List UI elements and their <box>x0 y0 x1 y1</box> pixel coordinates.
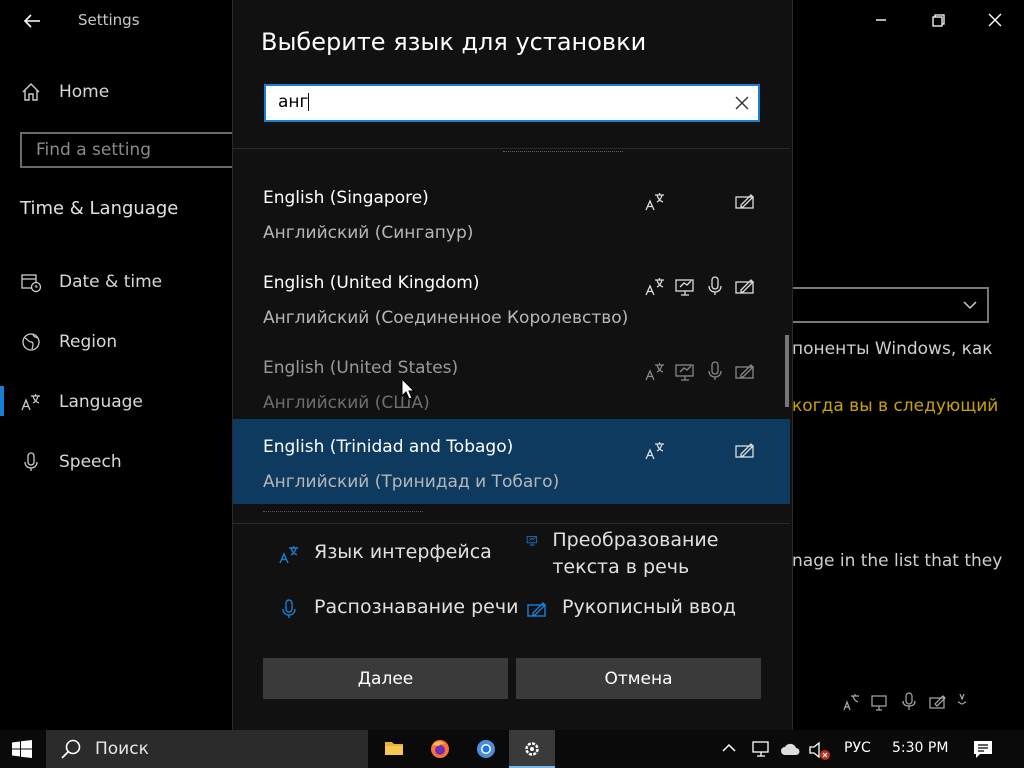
language-name: English (United States) <box>263 358 459 378</box>
chrome-icon <box>477 740 495 758</box>
clock[interactable]: 5:30 PM <box>892 740 948 756</box>
taskbar-chrome[interactable] <box>463 730 509 768</box>
language-row[interactable]: English (United States) Английский (США) <box>233 340 790 425</box>
input-language-indicator[interactable]: РУС <box>844 740 871 756</box>
search-value: анг <box>278 92 309 112</box>
legend-label: Распознавание речи <box>314 596 519 618</box>
next-button[interactable]: Далее <box>263 658 508 699</box>
background-dropdown[interactable] <box>790 287 989 323</box>
display-language-icon <box>645 278 664 296</box>
windows-start-icon[interactable] <box>12 740 32 758</box>
notifications-icon[interactable] <box>972 739 994 759</box>
chevron-up-icon[interactable] <box>722 742 736 754</box>
handwriting-icon <box>735 279 754 294</box>
language-icon <box>21 394 40 411</box>
sidebar-item-label: Region <box>59 332 118 352</box>
handwriting-icon <box>735 364 754 379</box>
legend-display-language: Язык интерфейса <box>278 541 492 565</box>
language-list[interactable]: English (Singapore) Английский (Сингапур… <box>233 148 790 524</box>
back-arrow-icon[interactable] <box>20 9 44 33</box>
legend-text-to-speech: Преобразование текста в речь <box>526 527 726 581</box>
list-scrollbar[interactable] <box>785 335 789 407</box>
sidebar-item-language[interactable]: Language <box>20 391 143 413</box>
background-text: поненты Windows, как <box>792 339 993 359</box>
close-icon[interactable] <box>983 8 1007 32</box>
sidebar-item-label: Home <box>59 82 110 102</box>
legend-handwriting: Рукописный ввод <box>526 596 736 620</box>
display-language-icon <box>645 363 664 381</box>
background-text: nage in the list that they <box>792 551 1003 571</box>
window-title: Settings <box>78 11 140 29</box>
sidebar-item-speech[interactable]: Speech <box>20 451 122 473</box>
language-search-input[interactable]: анг <box>264 84 760 122</box>
speech-recognition-icon <box>708 361 722 380</box>
speech-recognition-icon <box>282 599 296 618</box>
home-icon <box>22 83 40 101</box>
handwriting-icon <box>735 194 754 209</box>
language-row[interactable]: English (Singapore) Английский (Сингапур… <box>233 170 790 255</box>
minimize-icon[interactable] <box>869 8 893 32</box>
language-native-name: Английский (Тринидад и Тобаго) <box>263 472 560 492</box>
firefox-icon <box>431 740 449 758</box>
legend-label: Язык интерфейса <box>314 541 492 563</box>
language-row[interactable]: English (United Kingdom) Английский (Сое… <box>233 255 790 340</box>
find-setting-input[interactable]: Find a setting <box>20 132 250 168</box>
handwriting-icon <box>735 443 754 458</box>
selected-indicator <box>0 386 4 416</box>
display-language-icon <box>645 193 664 211</box>
language-row-selected[interactable]: English (Trinidad and Tobago) Английский… <box>233 419 790 504</box>
sidebar-item-label: Speech <box>59 452 122 472</box>
cloud-icon[interactable] <box>780 741 802 757</box>
language-name: English (Trinidad and Tobago) <box>263 437 514 457</box>
sidebar-item-label: Date & time <box>59 272 163 292</box>
language-name: English (United Kingdom) <box>263 273 480 293</box>
section-title: Time & Language <box>20 198 179 219</box>
sidebar-item-label: Language <box>59 392 143 412</box>
partial-row <box>503 149 623 152</box>
gear-icon <box>525 742 539 756</box>
sidebar-item-date-time[interactable]: Date & time <box>20 271 162 293</box>
legend-label: Рукописный ввод <box>562 596 736 618</box>
text-to-speech-icon <box>675 364 694 381</box>
legend-label: Преобразование текста в речь <box>552 529 719 578</box>
clear-search-icon[interactable] <box>735 96 749 110</box>
taskbar-settings[interactable] <box>509 730 555 768</box>
sidebar-item-home[interactable]: Home <box>20 81 109 103</box>
text-to-speech-icon <box>675 279 694 296</box>
network-icon[interactable] <box>750 740 772 758</box>
language-native-name: Английский (Сингапур) <box>263 223 474 243</box>
partial-row <box>263 511 423 523</box>
background-link[interactable]: когда вы в следующий <box>792 396 998 416</box>
dialog-title: Выберите язык для установки <box>261 28 647 56</box>
language-name: English (Singapore) <box>263 188 429 208</box>
text-to-speech-icon <box>526 536 538 546</box>
calendar-clock-icon <box>21 274 42 293</box>
folder-icon <box>385 742 403 755</box>
handwriting-icon <box>527 602 546 617</box>
display-language-icon <box>279 546 298 564</box>
taskbar-search-label: Поиск <box>95 739 149 759</box>
legend-speech-recognition: Распознавание речи <box>278 596 518 620</box>
search-icon <box>61 739 81 759</box>
globe-icon <box>22 333 40 351</box>
mouse-cursor-icon <box>401 378 415 400</box>
restore-icon[interactable] <box>926 8 950 32</box>
volume-muted-icon[interactable] <box>808 739 832 761</box>
taskbar-firefox[interactable] <box>417 730 463 768</box>
cancel-button[interactable]: Отмена <box>516 658 761 699</box>
speech-recognition-icon <box>708 276 722 295</box>
display-language-icon <box>645 442 664 460</box>
language-native-name: Английский (Соединенное Королевство) <box>263 308 629 328</box>
background-feature-icons <box>843 692 967 711</box>
microphone-icon <box>24 452 38 471</box>
sidebar-item-region[interactable]: Region <box>20 331 117 353</box>
chevron-down-icon <box>963 301 977 310</box>
taskbar-file-explorer[interactable] <box>371 730 417 768</box>
